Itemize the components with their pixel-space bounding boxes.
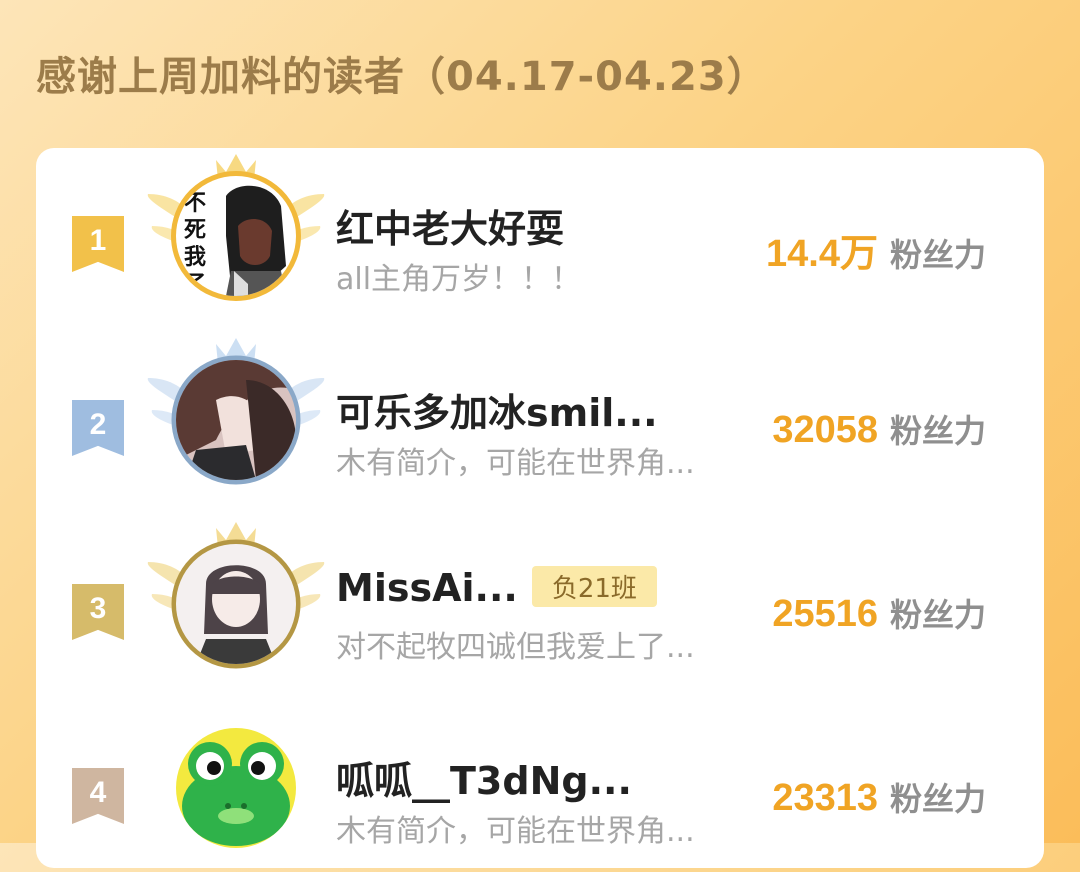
ranking-row-3[interactable]: 3 MissAi... 负21班 对不起牧四诚但我爱上了... 25516 粉丝… [36, 522, 1044, 688]
avatar-frame [146, 702, 326, 862]
rank-badge-4: 4 [72, 768, 124, 824]
reader-name[interactable]: 可乐多加冰smil... [336, 382, 658, 437]
avatar[interactable]: 不 死 我 了 [176, 176, 296, 296]
avatar[interactable] [176, 728, 296, 848]
fan-power-value: 14.4万 [766, 233, 878, 275]
rank-badge-2: 2 [72, 400, 124, 456]
fan-power-value: 32058 [772, 409, 878, 451]
fan-power-value: 23313 [772, 777, 878, 819]
fan-power-unit: 粉丝力 [889, 780, 986, 818]
page-title: 感谢上周加料的读者（04.17-04.23） [36, 54, 768, 100]
avatar-frame-gold: 不 死 我 了 [146, 150, 326, 310]
fan-power-unit: 粉丝力 [889, 412, 986, 450]
avatar-frame-silver [146, 334, 326, 494]
reader-intro: 对不起牧四诚但我爱上了... [336, 630, 695, 665]
ranking-row-1[interactable]: 1 不 死 我 了 红中老大好耍 all主角万岁！！！ 14.4万 粉丝力 [36, 154, 1044, 320]
rank-badge-1: 1 [72, 216, 124, 272]
ranking-row-4[interactable]: 4 呱呱__T3dNg... 木有简介，可能在世界角... 23313 粉丝力 [36, 712, 1044, 872]
fan-power: 32058 粉丝力 [772, 406, 986, 452]
reader-name[interactable]: 呱呱__T3dNg... [336, 750, 632, 805]
class-tag: 负21班 [531, 566, 657, 607]
reader-name[interactable]: 红中老大好耍 [336, 198, 564, 253]
reader-intro: all主角万岁！！！ [336, 262, 582, 297]
reader-intro: 木有简介，可能在世界角... [336, 446, 695, 481]
fan-power: 14.4万 粉丝力 [766, 222, 986, 277]
reader-intro: 木有简介，可能在世界角... [336, 814, 695, 849]
fan-power-unit: 粉丝力 [889, 236, 986, 274]
reader-ranking-card: 1 不 死 我 了 红中老大好耍 all主角万岁！！！ 14.4万 粉丝力 2 … [36, 148, 1044, 868]
fan-power: 23313 粉丝力 [772, 774, 986, 820]
reader-name[interactable]: MissAi... [336, 566, 518, 610]
fan-power-value: 25516 [772, 593, 878, 635]
ranking-row-2[interactable]: 2 可乐多加冰smil... 木有简介，可能在世界角... 32058 粉丝力 [36, 338, 1044, 504]
avatar-frame-bronze [146, 518, 326, 678]
rank-badge-3: 3 [72, 584, 124, 640]
reader-name-row[interactable]: MissAi... 负21班 [336, 566, 657, 611]
fan-power: 25516 粉丝力 [772, 590, 986, 636]
avatar[interactable] [176, 544, 296, 664]
avatar[interactable] [176, 360, 296, 480]
avatar-text: 不 死 我 了 [184, 191, 207, 296]
fan-power-unit: 粉丝力 [889, 596, 986, 634]
